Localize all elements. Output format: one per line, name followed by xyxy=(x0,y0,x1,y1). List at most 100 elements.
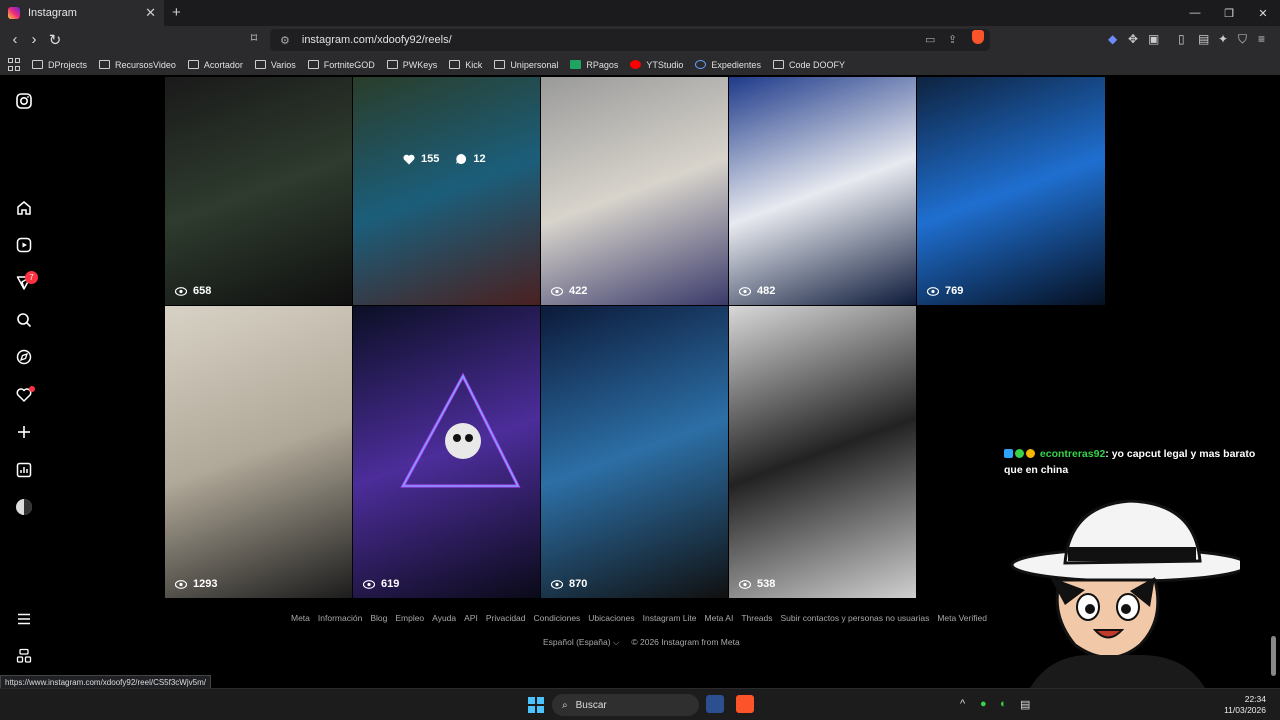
restore-button[interactable]: ❐ xyxy=(1212,0,1246,26)
neon-triangle-skull xyxy=(400,372,521,488)
bookmark-code-doofy[interactable]: Code DOOFY xyxy=(772,59,845,70)
share-icon[interactable]: ⇪ xyxy=(948,33,957,46)
youtube-studio-icon xyxy=(630,60,642,69)
tab-instagram[interactable]: Instagram ✕ xyxy=(0,0,164,26)
bookmark-acortador[interactable]: Acortador xyxy=(187,60,243,70)
bookmark-kick[interactable]: Kick xyxy=(449,60,482,70)
close-window-button[interactable]: ✕ xyxy=(1246,0,1280,26)
taskbar-app-icon[interactable] xyxy=(706,695,724,713)
taskbar-clock[interactable]: 22:34 11/03/2026 xyxy=(1224,694,1266,716)
windows-start-icon[interactable] xyxy=(528,697,544,713)
footer-link[interactable]: Subir contactos y personas no usuarias xyxy=(781,613,930,623)
reload-icon[interactable]: ↻ xyxy=(46,31,64,49)
footer-link[interactable]: Blog xyxy=(370,613,387,623)
footer-link[interactable]: Instagram Lite xyxy=(643,613,697,623)
whatsapp-tray-icon[interactable]: ● xyxy=(980,698,987,710)
reel-tile[interactable]: 422 xyxy=(541,77,728,305)
bookmark-icon[interactable]: ⌑ xyxy=(245,31,263,45)
footer-link[interactable]: Ayuda xyxy=(432,613,456,623)
reel-tile[interactable]: 658 xyxy=(165,77,352,305)
footer-link[interactable]: Empleo xyxy=(395,613,424,623)
view-count-text: 870 xyxy=(569,578,588,590)
page-scrollbar[interactable] xyxy=(1271,636,1276,676)
reel-tile[interactable]: 1293 xyxy=(165,306,352,598)
extensions-puzzle-icon[interactable]: ✥ xyxy=(1128,32,1138,46)
sidebar-toggle-icon[interactable]: ▯ xyxy=(1178,32,1185,46)
leo-ai-icon[interactable]: ✦ xyxy=(1218,32,1228,46)
menu-icon[interactable] xyxy=(14,609,34,629)
instagram-sidebar: 7 xyxy=(0,75,48,688)
tab-manager-icon[interactable]: ▣ xyxy=(1148,32,1159,46)
footer-link[interactable]: Información xyxy=(318,613,362,623)
browser-menu-icon[interactable]: ≡ xyxy=(1258,32,1265,46)
folder-icon xyxy=(449,60,461,69)
comment-icon xyxy=(456,153,467,164)
bookmark-dprojects[interactable]: DProjects xyxy=(32,60,87,70)
footer-meta: Español (España) ⌵ © 2026 Instagram from… xyxy=(543,637,752,648)
meta-icon[interactable] xyxy=(14,646,34,666)
forward-icon[interactable]: › xyxy=(25,31,43,48)
apps-grid-icon[interactable] xyxy=(4,57,20,72)
bookmark-label: PWKeys xyxy=(402,59,438,70)
footer-link[interactable]: Meta AI xyxy=(704,613,733,623)
back-icon[interactable]: ‹ xyxy=(6,31,24,48)
folder-icon xyxy=(494,60,506,69)
bookmark-recursosvideo[interactable]: RecursosVideo xyxy=(99,60,176,70)
footer-link[interactable]: Condiciones xyxy=(534,613,581,623)
clock-time: 22:34 xyxy=(1244,694,1266,704)
bookmark-pwkeys[interactable]: PWKeys xyxy=(386,59,438,70)
profile-icon[interactable] xyxy=(14,497,34,517)
reel-tile[interactable]: 769 xyxy=(917,77,1105,305)
reels-icon[interactable] xyxy=(14,235,34,255)
bookmark-rpagos[interactable]: RPagos xyxy=(570,60,618,70)
home-icon[interactable] xyxy=(14,198,34,218)
view-count: 538 xyxy=(739,578,775,590)
footer-link[interactable]: API xyxy=(464,613,478,623)
tray-chevron-icon[interactable]: ^ xyxy=(960,698,965,710)
footer-link[interactable]: Meta xyxy=(291,613,310,623)
explore-icon[interactable] xyxy=(14,347,34,367)
vpn-icon[interactable]: ⛉ xyxy=(1238,32,1247,47)
reel-tile[interactable]: 538 xyxy=(729,306,916,598)
taskbar-search[interactable]: ⌕ Buscar xyxy=(552,694,699,716)
reel-tile[interactable]: 155 12 xyxy=(353,77,540,305)
brave-shields-icon[interactable] xyxy=(972,30,984,44)
reel-tile[interactable]: 619 xyxy=(353,306,540,598)
tray-app-icon[interactable]: ◐ xyxy=(1000,698,1007,710)
bookmark-label: Code DOOFY xyxy=(788,59,845,70)
bookmark-expedientes[interactable]: Expedientes xyxy=(695,60,761,70)
bookmark-unipersonal[interactable]: Unipersonal xyxy=(494,60,558,70)
view-count: 870 xyxy=(551,578,587,590)
chat-badge-icon xyxy=(1004,449,1013,458)
footer-link[interactable]: Threads xyxy=(741,613,772,623)
bookmark-label: Unipersonal xyxy=(510,59,559,70)
bookmark-fortnitegod[interactable]: FortniteGOD xyxy=(307,60,375,70)
reel-tile[interactable]: 870 xyxy=(541,306,728,598)
bookmark-label: Varios xyxy=(270,59,296,70)
extension-icon[interactable]: ◆ xyxy=(1108,32,1117,46)
search-icon[interactable] xyxy=(14,310,34,330)
footer-link[interactable]: Privacidad xyxy=(486,613,526,623)
tray-keyboard-icon[interactable]: ▤ xyxy=(1020,698,1030,711)
dashboard-icon[interactable] xyxy=(14,460,34,480)
create-icon[interactable] xyxy=(14,422,34,442)
language-selector[interactable]: Español (España) ⌵ xyxy=(543,637,619,648)
likes-stat: 155 xyxy=(403,153,439,165)
brave-taskbar-icon[interactable] xyxy=(736,695,754,713)
new-tab-button[interactable]: + xyxy=(172,4,181,21)
minimize-button[interactable]: — xyxy=(1178,0,1212,26)
site-settings-icon[interactable]: ⚙ xyxy=(280,34,290,47)
address-bar[interactable]: ⚙ instagram.com/xdoofy92/reels/ ▭ ⇪ xyxy=(270,29,990,51)
footer-link[interactable]: Meta Verified xyxy=(937,613,987,623)
bookmark-ytstudio[interactable]: YTStudio xyxy=(630,60,683,70)
bookmark-varios[interactable]: Varios xyxy=(254,59,296,70)
wallet-icon[interactable]: ▤ xyxy=(1198,32,1209,46)
folder-icon xyxy=(187,60,199,69)
eye-icon xyxy=(551,579,563,589)
reel-tile[interactable]: 482 xyxy=(729,77,916,305)
browser-chrome: Instagram ✕ + — ❐ ✕ ‹ › ↻ ⌑ ⚙ instagram.… xyxy=(0,0,1280,75)
instagram-icon[interactable] xyxy=(14,91,34,111)
cast-icon[interactable]: ▭ xyxy=(925,33,935,46)
tab-close-icon[interactable]: ✕ xyxy=(145,5,156,21)
footer-link[interactable]: Ubicaciones xyxy=(588,613,634,623)
